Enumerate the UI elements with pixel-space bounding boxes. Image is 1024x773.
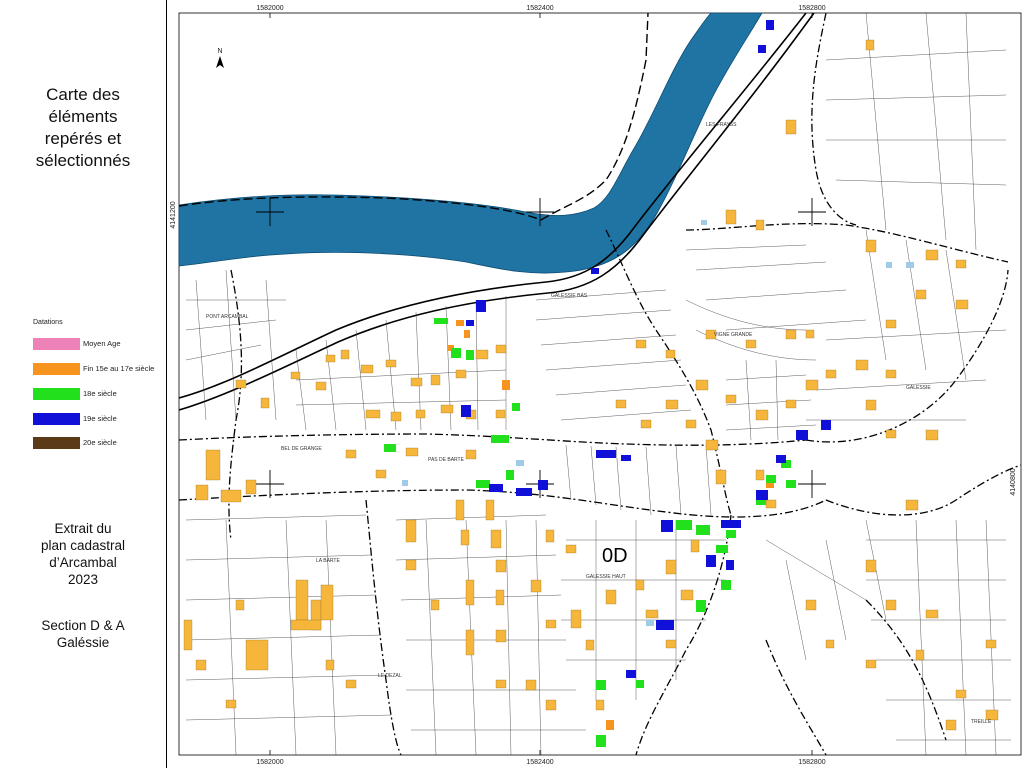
map-title-line: éléments (48, 107, 118, 126)
legend-swatch (33, 413, 80, 425)
north-label: N (217, 48, 222, 55)
map-sidebar: Carte des éléments repérés et sélectionn… (0, 0, 166, 768)
cadastral-map[interactable]: 1582000 1582400 1582800 1582000 1582400 … (166, 0, 1024, 768)
legend-label: 20e siècle (83, 438, 117, 447)
place-galessie-bas: GALESSIE BAS (551, 293, 588, 299)
coord-left-4141200: 4141200 (170, 201, 177, 228)
place-pont-arcambal: PONT ARCAMBAL (206, 314, 249, 320)
coord-right-4140800: 4140800 (1010, 468, 1017, 495)
map-title-line: repérés et (44, 129, 122, 148)
section-line: Galéssie (56, 635, 110, 650)
section-caption: Section D & A Galéssie (0, 617, 166, 651)
place-la-barte: LA BARTE (316, 558, 340, 564)
place-le-dezal: LE DEZAL (378, 673, 402, 679)
map-title-line: Carte des (46, 85, 120, 104)
place-bel-de-grange: BEL DE GRANGE (281, 446, 322, 452)
legend-swatch (33, 437, 80, 449)
place-galessie-haut: GALESSIE HAUT (586, 574, 626, 580)
legend-swatch (33, 338, 80, 350)
place-pas-de-barte: PAS DE BARTE (428, 457, 465, 463)
coord-top-1582000: 1582000 (256, 5, 283, 12)
coord-top-1582800: 1582800 (798, 5, 825, 12)
place-galessie: GALESSIE (906, 385, 931, 391)
section-label-0d: 0D (602, 545, 628, 567)
coord-top-1582400: 1582400 (526, 5, 553, 12)
legend-label: 19e siècle (83, 414, 117, 423)
place-les-frayss: LES FRAYSS (706, 122, 737, 128)
extract-line: 2023 (67, 572, 99, 587)
map-title: Carte des éléments repérés et sélectionn… (0, 84, 166, 172)
extract-line: plan cadastral (40, 538, 126, 553)
cadastral-map-svg[interactable]: 1582000 1582400 1582800 1582000 1582400 … (166, 0, 1024, 768)
coord-bottom-1582400: 1582400 (526, 759, 553, 766)
place-treille: TREILLE (971, 719, 992, 725)
legend-label: Moyen Age (83, 339, 121, 348)
legend-label: Fin 15e au 17e siècle (83, 364, 155, 373)
extract-caption: Extrait du plan cadastral d’Arcambal 202… (0, 520, 166, 588)
legend-label: 18e siècle (83, 389, 117, 398)
coord-bottom-1582000: 1582000 (256, 759, 283, 766)
extract-line: Extrait du (54, 521, 112, 536)
legend-swatch (33, 388, 80, 400)
legend-heading: Datations (33, 319, 63, 326)
extract-line: d’Arcambal (49, 555, 117, 570)
legend-swatch (33, 363, 80, 375)
map-title-line: sélectionnés (35, 151, 131, 170)
coord-bottom-1582800: 1582800 (798, 759, 825, 766)
section-line: Section D & A (41, 618, 125, 633)
place-vigne-grande: VIGNE GRANDE (714, 332, 753, 338)
